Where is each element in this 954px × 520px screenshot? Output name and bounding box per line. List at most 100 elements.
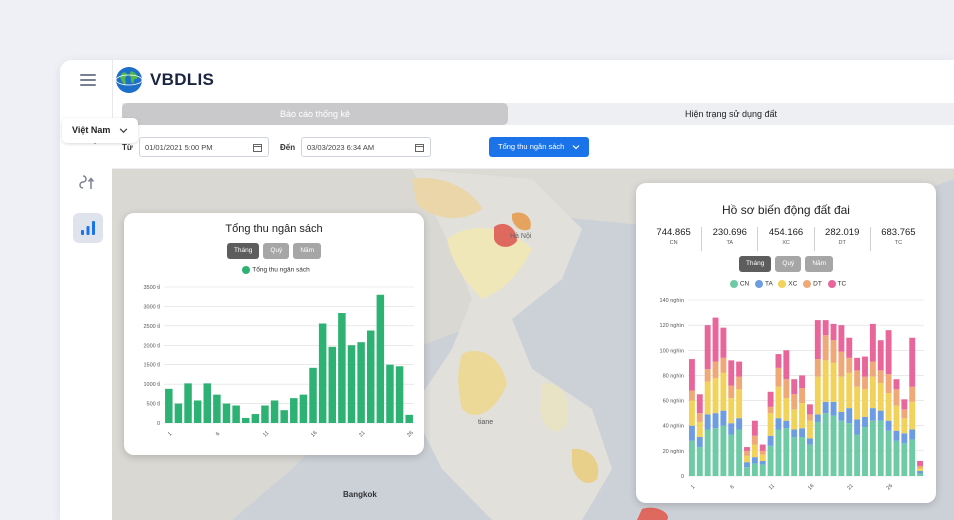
bar <box>909 429 916 440</box>
bar <box>759 464 766 476</box>
y-tick-label: 20 nghìn <box>663 449 684 455</box>
bar <box>893 389 900 406</box>
bar <box>290 398 298 423</box>
bar <box>309 367 317 423</box>
report-nav-button[interactable] <box>73 213 103 243</box>
to-date-input[interactable]: 03/03/2023 6:34 AM <box>301 137 431 157</box>
bar <box>704 381 711 415</box>
land-records-chart: 0 20 nghìn 40 nghìn 60 nghìn 80 nghìn 100 ngh… <box>660 298 924 492</box>
bar <box>806 414 813 421</box>
bar <box>846 408 853 424</box>
bar <box>901 409 908 419</box>
bar <box>791 429 798 438</box>
bar <box>775 367 782 387</box>
bar <box>783 428 790 476</box>
bar <box>193 400 202 423</box>
menu-icon[interactable] <box>80 74 96 86</box>
region-select[interactable]: Việt Nam <box>62 118 138 143</box>
y-tick-label: 120 nghìn <box>660 323 684 329</box>
bar <box>893 430 900 441</box>
x-tick-label: 26 <box>406 430 415 439</box>
y-tick-label: 100 nghìn <box>660 348 684 354</box>
bar <box>775 386 782 419</box>
x-tick-label: 21 <box>358 430 367 439</box>
y-tick-label: 3500 tỉ <box>143 284 160 291</box>
chevron-down-icon <box>119 128 128 134</box>
tab-land-use-status[interactable]: Hiện trạng sử dụng đất <box>508 103 954 125</box>
bar <box>806 420 813 439</box>
bar <box>822 335 829 361</box>
route-nav-button[interactable] <box>73 167 103 197</box>
bar <box>165 388 173 423</box>
bar <box>901 433 908 444</box>
x-tick-label: 21 <box>846 483 855 492</box>
bar <box>877 382 884 411</box>
metric-label: Tổng thu ngân sách <box>498 142 565 151</box>
bar <box>696 421 703 438</box>
y-tick-label: 60 nghìn <box>663 399 684 405</box>
y-tick-label: 80 nghìn <box>663 373 684 379</box>
bar <box>357 342 365 423</box>
bar <box>751 444 758 458</box>
bar <box>386 364 394 423</box>
bar <box>799 437 806 476</box>
x-tick-label: 11 <box>768 483 776 491</box>
bar <box>712 361 719 378</box>
bar <box>728 385 735 399</box>
bar <box>696 447 703 476</box>
bar <box>917 473 924 476</box>
bar <box>791 379 798 395</box>
bar <box>830 340 837 363</box>
bar <box>767 413 774 436</box>
tab-statistics-report[interactable]: Báo cáo thống kê <box>122 103 508 125</box>
bar <box>901 443 908 476</box>
bar <box>299 394 308 423</box>
bar <box>893 405 900 431</box>
y-tick-label: 0 <box>157 421 160 427</box>
bar <box>830 415 837 476</box>
bar <box>736 376 743 390</box>
bar <box>688 440 695 476</box>
bar <box>917 470 924 474</box>
map-label-vientiane: tiane <box>478 419 493 426</box>
bar <box>885 374 892 394</box>
bar <box>338 313 346 423</box>
bar <box>712 428 719 476</box>
bar <box>822 413 829 476</box>
bar <box>783 398 790 421</box>
y-tick-label: 1000 tỉ <box>143 381 160 388</box>
bar <box>893 440 900 476</box>
bar <box>728 423 735 435</box>
bar <box>704 325 711 370</box>
bar <box>759 450 766 455</box>
route-icon <box>79 175 95 189</box>
bar <box>720 425 727 476</box>
bar <box>909 386 916 402</box>
bar <box>759 444 766 451</box>
bar <box>846 357 853 373</box>
bar <box>241 417 250 423</box>
from-date-input[interactable]: 01/01/2021 5:00 PM <box>139 137 269 157</box>
bar <box>751 463 758 476</box>
y-tick-label: 1500 tỉ <box>143 362 160 369</box>
bar <box>775 354 782 368</box>
bar <box>909 439 916 476</box>
globe-logo-icon <box>115 67 143 93</box>
calendar-icon <box>415 144 424 152</box>
metric-dropdown-button[interactable]: Tổng thu ngân sách <box>489 137 589 157</box>
bar-chart-icon <box>81 221 95 235</box>
bar <box>775 418 782 430</box>
x-tick-label: 11 <box>262 430 270 438</box>
y-tick-label: 40 nghìn <box>663 424 684 430</box>
bar <box>347 345 356 423</box>
bar <box>885 430 892 476</box>
bar <box>885 393 892 421</box>
bar <box>830 401 837 416</box>
bar <box>783 350 790 380</box>
bar <box>720 410 727 426</box>
bar <box>822 401 829 414</box>
y-tick-label: 0 <box>681 474 684 480</box>
bar <box>830 323 837 341</box>
bar <box>799 388 806 404</box>
bar <box>854 434 861 476</box>
